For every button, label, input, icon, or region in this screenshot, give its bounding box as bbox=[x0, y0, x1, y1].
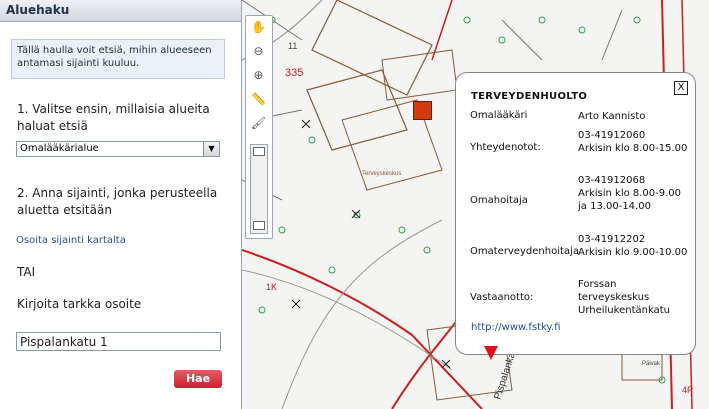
step1-label: 1. Valitse ensin, millaisia alueita halu… bbox=[17, 102, 210, 133]
zoom-slider[interactable] bbox=[250, 144, 268, 234]
map-label-1k: 1K bbox=[266, 282, 277, 292]
search-button[interactable]: Hae bbox=[174, 370, 222, 388]
ruler-icon[interactable]: 📏 bbox=[250, 91, 267, 108]
step2-label: 2. Anna sijainti, jonka perusteella alue… bbox=[17, 186, 218, 217]
brush-icon[interactable]: 🖌 bbox=[250, 115, 267, 132]
zoom-out-icon[interactable]: ⊖ bbox=[250, 43, 267, 60]
search-panel: Aluehaku Tällä haulla voit etsiä, mihin … bbox=[0, 0, 242, 409]
popup-label: Yhteydenotot: bbox=[470, 142, 541, 153]
point-on-map-link[interactable]: Osoita sijainti kartalta bbox=[16, 235, 126, 246]
popup-value: Forssan terveyskeskus Urheilukentänkatu bbox=[578, 279, 670, 316]
popup-url-link[interactable]: http://www.fstky.fi bbox=[471, 322, 561, 333]
popup-label: Omahoitaja bbox=[470, 195, 528, 206]
map-label-4p: 4P bbox=[682, 385, 693, 395]
popup-value: 03-41912202 Arkisin klo 9.00-10.00 bbox=[578, 234, 688, 258]
map-toolbar: ✋ ⊖ ⊕ 📏 🖌 bbox=[245, 15, 273, 239]
popup-pointer bbox=[484, 346, 498, 360]
popup-value: 03-41912060 Arkisin klo 8.00-15.00 bbox=[578, 130, 688, 154]
popup-value: Arto Kannisto bbox=[578, 111, 646, 122]
map-label-paivak: Päivak bbox=[642, 361, 661, 367]
close-icon[interactable]: X bbox=[674, 81, 688, 95]
address-input[interactable]: Pispalankatu 1 bbox=[16, 332, 221, 351]
zoom-slider-handle[interactable] bbox=[253, 221, 265, 230]
health-center-marker[interactable] bbox=[413, 101, 432, 120]
info-popup: X TERVEYDENHUOLTO Omalääkäri Arto Kannis… bbox=[455, 72, 696, 355]
select-value: Omalääkärialue bbox=[20, 143, 99, 154]
popup-label: Omaterveydenhoitaja bbox=[470, 246, 579, 257]
info-box: Tällä haulla voit etsiä, mihin alueeseen… bbox=[11, 39, 225, 79]
popup-label: Vastaanotto: bbox=[470, 292, 534, 303]
chevron-down-icon[interactable]: ▼ bbox=[203, 142, 219, 156]
popup-label: Omalääkäri bbox=[470, 110, 528, 121]
map-label-health: Terveyskeskus bbox=[362, 171, 401, 177]
map-label-335: 335 bbox=[285, 67, 303, 79]
zoom-reset-icon[interactable] bbox=[253, 147, 265, 156]
address-label: Kirjoita tarkka osoite bbox=[17, 297, 142, 311]
map-label-11: 11 bbox=[288, 41, 297, 51]
popup-title: TERVEYDENHUOLTO bbox=[471, 91, 588, 102]
panel-title: Aluehaku bbox=[0, 0, 241, 22]
pan-hand-icon[interactable]: ✋ bbox=[250, 19, 267, 36]
popup-value: 03-41912068 Arkisin klo 8.00-9.00 ja 13.… bbox=[578, 175, 682, 212]
or-label: TAI bbox=[17, 265, 36, 279]
area-type-select[interactable]: Omalääkärialue ▼ bbox=[16, 141, 220, 157]
zoom-in-icon[interactable]: ⊕ bbox=[250, 67, 267, 84]
